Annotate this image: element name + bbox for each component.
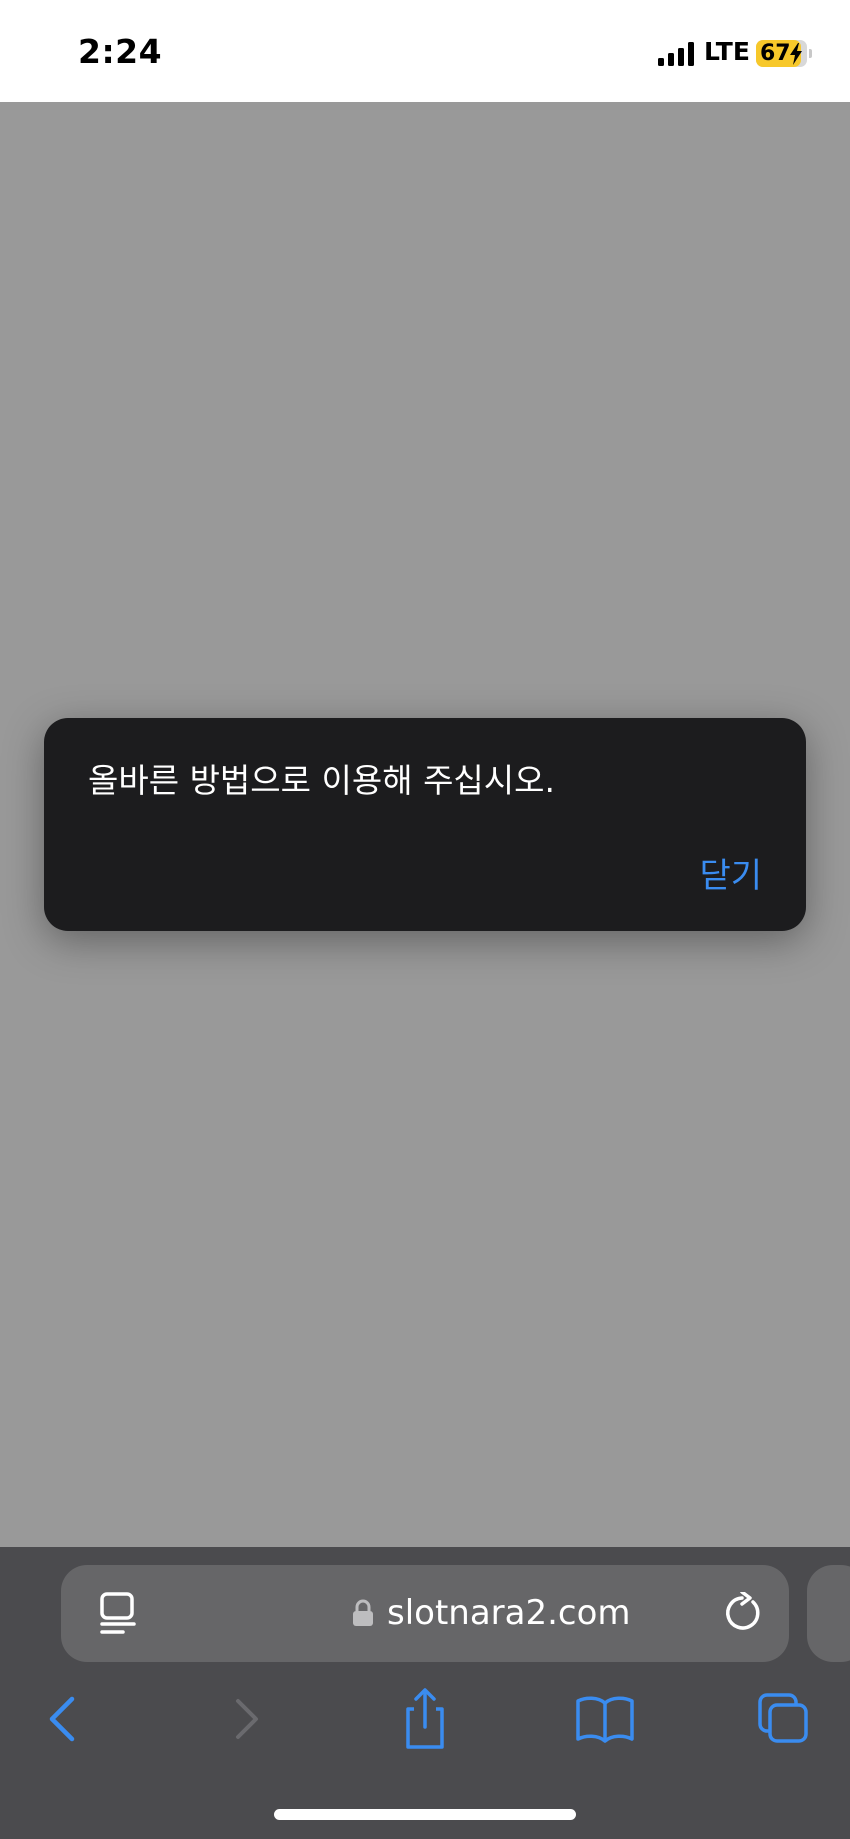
status-time: 2:24: [78, 32, 163, 71]
forward-button[interactable]: [212, 1687, 282, 1751]
address-bar[interactable]: slotnara2.com: [61, 1565, 789, 1662]
bookmarks-button[interactable]: [570, 1687, 640, 1751]
charging-bolt-icon: [790, 43, 802, 65]
battery-percent: 67: [760, 41, 791, 66]
battery-tip: [809, 49, 812, 58]
alert-close-button[interactable]: 닫기: [699, 848, 762, 897]
back-button[interactable]: [28, 1687, 98, 1751]
reader-icon[interactable]: [99, 1592, 137, 1634]
status-bar: 2:24 LTE 67: [0, 0, 850, 102]
forward-icon: [236, 1699, 258, 1739]
signal-icon: [658, 42, 694, 66]
back-icon: [49, 1696, 75, 1742]
browser-toolbar: slotnara2.com: [0, 1547, 850, 1839]
bookmarks-icon: [576, 1696, 634, 1743]
tabs-button[interactable]: [750, 1687, 820, 1751]
tabs-icon: [758, 1693, 808, 1743]
share-button[interactable]: [390, 1687, 460, 1751]
next-tab-preview[interactable]: [807, 1565, 850, 1662]
alert-message: 올바른 방법으로 이용해 주십시오.: [88, 761, 555, 800]
reload-icon[interactable]: [721, 1592, 763, 1634]
network-type: LTE: [704, 37, 750, 66]
url-text[interactable]: slotnara2.com: [387, 1589, 631, 1637]
lock-icon: [353, 1599, 373, 1626]
alert-dialog: 올바른 방법으로 이용해 주십시오. 닫기: [44, 718, 806, 931]
share-icon: [406, 1688, 444, 1749]
home-indicator[interactable]: [274, 1809, 576, 1820]
